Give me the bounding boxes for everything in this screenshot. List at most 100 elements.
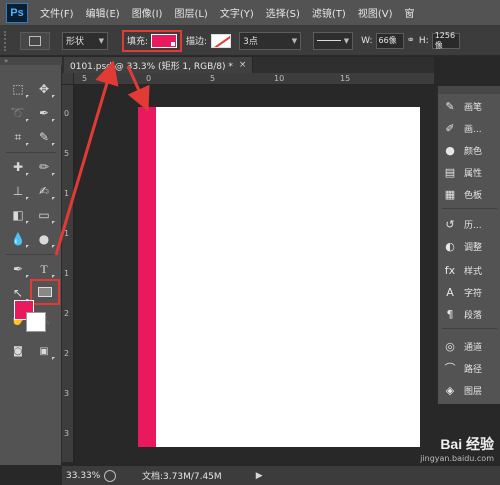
- brush-tool-icon[interactable]: ✏: [34, 157, 55, 177]
- panel-paths[interactable]: ⌒ 路径: [442, 358, 500, 378]
- adjustments-icon: ◐: [445, 239, 455, 253]
- height-label: H:: [418, 35, 429, 46]
- close-icon[interactable]: ×: [239, 60, 247, 70]
- canvas-area[interactable]: [74, 85, 434, 462]
- status-bar: 33.33% 文档:3.73M/7.45M ▶: [62, 465, 500, 485]
- menu-layer[interactable]: 图层(L): [168, 5, 213, 20]
- lasso-tool-icon[interactable]: ➰: [8, 103, 29, 123]
- tool-separator: [6, 152, 56, 153]
- panel-label: 调整: [464, 242, 483, 253]
- ruler-label: 2: [64, 309, 70, 318]
- menu-filter[interactable]: 滤镜(T): [306, 5, 352, 20]
- panel-label: 段落: [464, 310, 483, 321]
- brush-preset-icon: ✐: [445, 121, 455, 135]
- status-info-icon[interactable]: [104, 469, 116, 482]
- chevron-down-icon: ▼: [98, 36, 104, 45]
- dodge-tool-icon[interactable]: ●: [34, 229, 55, 249]
- menu-image[interactable]: 图像(I): [126, 5, 169, 20]
- stroke-size-select[interactable]: 3点 ▼: [239, 31, 302, 50]
- ruler-label: 1: [64, 269, 70, 278]
- pink-rectangle-shape[interactable]: [138, 107, 156, 447]
- history-icon: ↺: [445, 217, 455, 231]
- document-tab-bar: 0101.psd @ 33.3% (矩形 1, RGB/8) * ×: [62, 57, 434, 73]
- menu-window[interactable]: 窗: [398, 5, 420, 20]
- screen-mode-icon[interactable]: ▣: [34, 341, 55, 361]
- panel-paragraph[interactable]: ¶ 段落: [442, 304, 500, 324]
- width-field[interactable]: 66像: [375, 32, 404, 49]
- panel-grip[interactable]: [438, 86, 500, 94]
- menu-select[interactable]: 选择(S): [260, 5, 306, 20]
- styles-icon: fx: [444, 263, 456, 277]
- marquee-tool-icon[interactable]: ⬚: [8, 79, 29, 99]
- stroke-type-select[interactable]: ▼: [313, 31, 354, 50]
- gradient-tool-icon[interactable]: ▭: [34, 205, 55, 225]
- link-icon[interactable]: ⚭: [407, 35, 415, 46]
- fill-control[interactable]: 填充:: [122, 29, 183, 52]
- menu-edit[interactable]: 编辑(E): [80, 5, 126, 20]
- ruler-label: 1: [64, 229, 70, 238]
- panel-brush[interactable]: ✎ 画笔: [442, 96, 500, 116]
- panel-layers[interactable]: ◈ 图层: [442, 380, 500, 400]
- layers-icon: ◈: [445, 383, 455, 397]
- ruler-label: 5: [82, 74, 88, 83]
- tool-preset-picker[interactable]: [20, 31, 50, 50]
- pen-tool-icon[interactable]: ✒: [8, 259, 29, 279]
- fill-color-swatch[interactable]: [151, 33, 178, 48]
- document-size-info: 文档:3.73M/7.45M: [142, 472, 222, 482]
- document-canvas[interactable]: [138, 107, 420, 447]
- panel-brush-presets[interactable]: ✐ 画...: [442, 118, 500, 138]
- stroke-color-swatch[interactable]: [211, 33, 232, 48]
- panel-separator: [442, 208, 497, 209]
- ruler-label: 3: [64, 389, 70, 398]
- panel-history[interactable]: ↺ 历...: [442, 214, 500, 234]
- height-field[interactable]: 1256像: [431, 31, 460, 50]
- panel-character[interactable]: A 字符: [442, 282, 500, 302]
- stroke-label: 描边:: [186, 37, 208, 47]
- eyedropper-tool-icon[interactable]: ✎: [34, 127, 55, 147]
- panel-label: 图层: [464, 386, 483, 397]
- rectangle-tool-icon[interactable]: [30, 279, 60, 305]
- watermark-brand: Bai 经验: [440, 436, 494, 452]
- panel-channels[interactable]: ◎ 通道: [442, 336, 500, 356]
- swatch-corner-icon: [171, 41, 176, 46]
- panel-separator: [442, 328, 497, 329]
- panel-color[interactable]: ● 颜色: [442, 140, 500, 160]
- ruler-origin[interactable]: [62, 73, 74, 85]
- crop-tool-icon[interactable]: ⌗: [8, 127, 29, 147]
- options-grip[interactable]: [4, 30, 12, 51]
- panel-adjustments[interactable]: ◐ 调整: [442, 236, 500, 256]
- quick-mask-icon[interactable]: ◙: [8, 341, 28, 361]
- panel-styles[interactable]: fx 样式: [442, 260, 500, 280]
- eraser-tool-icon[interactable]: ◧: [8, 205, 29, 225]
- photoshop-logo: Ps: [6, 2, 28, 23]
- collapse-icon[interactable]: »: [4, 57, 8, 65]
- blur-tool-icon[interactable]: 💧: [8, 229, 29, 249]
- ruler-label: 15: [340, 74, 351, 83]
- panel-label: 颜色: [464, 146, 483, 157]
- status-menu-arrow-icon[interactable]: ▶: [256, 471, 263, 481]
- quick-select-tool-icon[interactable]: ✒: [34, 103, 55, 123]
- panel-swatches[interactable]: ▦ 色板: [442, 184, 500, 204]
- menu-file[interactable]: 文件(F): [34, 5, 80, 20]
- vertical-ruler[interactable]: 0 5 1 1 1 2 2 3 3: [62, 85, 74, 462]
- zoom-level[interactable]: 33.33%: [62, 471, 100, 481]
- type-tool-icon[interactable]: T: [34, 259, 55, 279]
- paths-icon: ⌒: [444, 362, 456, 375]
- healing-brush-tool-icon[interactable]: ✚: [8, 157, 29, 177]
- ruler-label: 0: [146, 74, 152, 83]
- panel-label: 画...: [464, 124, 482, 135]
- background-color-swatch[interactable]: [26, 312, 46, 332]
- clone-stamp-tool-icon[interactable]: ⊥: [8, 181, 29, 201]
- menu-type[interactable]: 文字(Y): [214, 5, 260, 20]
- move-tool-icon[interactable]: ✥: [34, 79, 55, 99]
- document-tab[interactable]: 0101.psd @ 33.3% (矩形 1, RGB/8) * ×: [64, 57, 254, 73]
- shape-mode-select[interactable]: 形状 ▼: [62, 31, 108, 50]
- panel-label: 样式: [464, 266, 483, 277]
- menu-view[interactable]: 视图(V): [352, 5, 399, 20]
- history-brush-tool-icon[interactable]: ✍: [34, 181, 55, 201]
- panel-label: 色板: [464, 190, 483, 201]
- properties-icon: ▤: [444, 165, 456, 179]
- panel-properties[interactable]: ▤ 属性: [442, 162, 500, 182]
- tools-grip[interactable]: [0, 57, 62, 65]
- horizontal-ruler[interactable]: 5 0 5 10 15: [74, 73, 434, 85]
